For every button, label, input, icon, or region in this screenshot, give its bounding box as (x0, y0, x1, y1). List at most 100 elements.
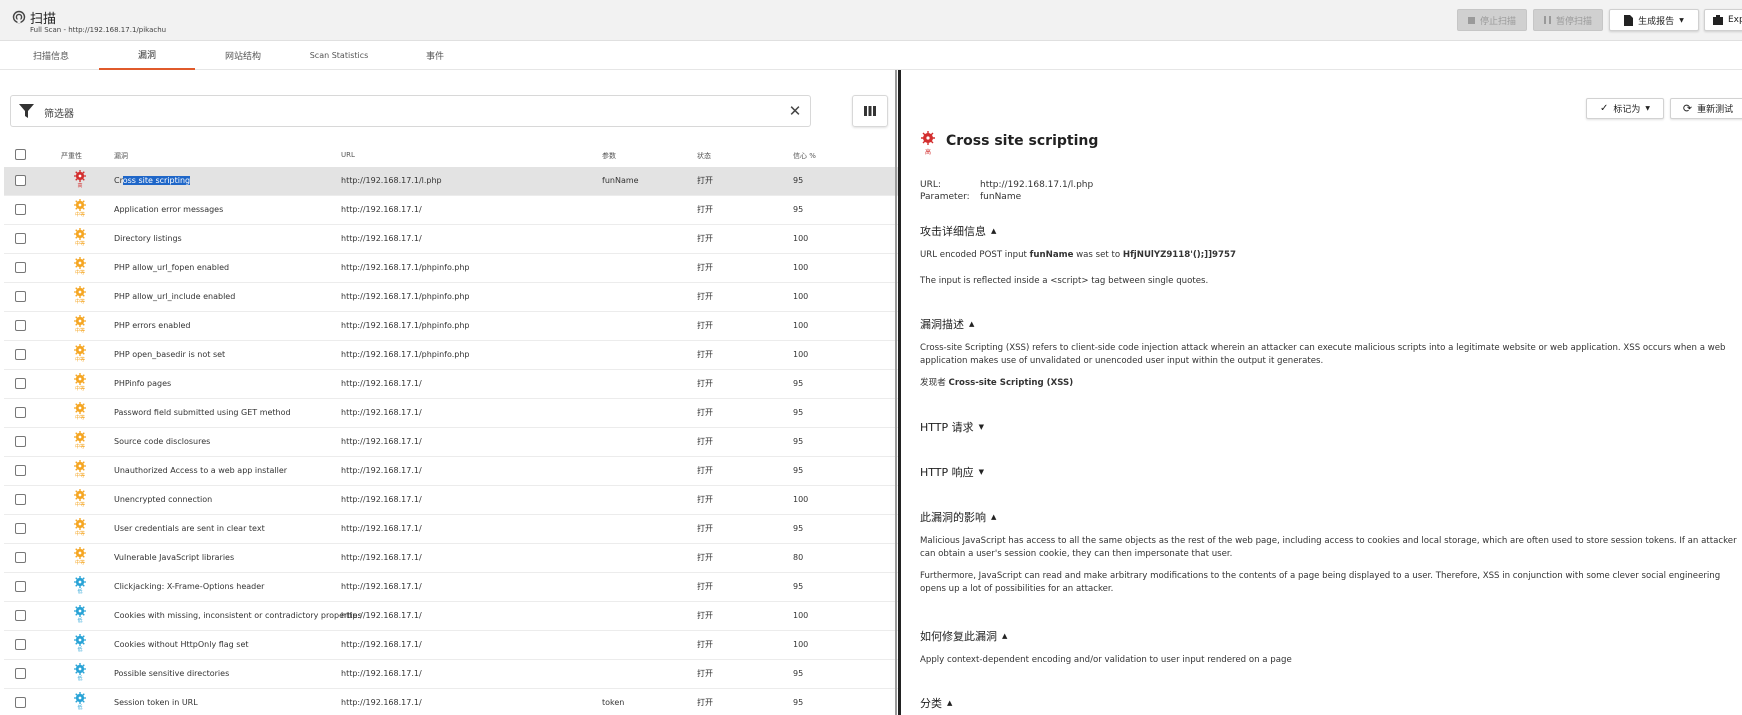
impact-header[interactable]: 此漏洞的影响 ▲ (920, 509, 996, 525)
vulnerability-name[interactable]: Cookies without HttpOnly flag set (114, 631, 249, 659)
vulnerability-name[interactable]: PHPinfo pages (114, 370, 171, 398)
vulnerability-name[interactable]: PHP open_basedir is not set (114, 341, 225, 369)
vulnerability-name[interactable]: Application error messages (114, 196, 223, 224)
table-row[interactable]: 低 Session token in URL http://192.168.17.1… (4, 689, 898, 715)
row-checkbox[interactable] (15, 494, 26, 505)
description-header[interactable]: 漏洞描述 ▲ (920, 316, 974, 332)
caret-down-icon: ▼ (1679, 16, 1684, 24)
row-checkbox[interactable] (15, 436, 26, 447)
table-row[interactable]: 低 Cookies without HttpOnly flag set http:/… (4, 631, 898, 660)
table-row[interactable]: 中等 Vulnerable JavaScript libraries http://… (4, 544, 898, 573)
col-severity[interactable]: 严重性 (61, 151, 82, 161)
table-row[interactable]: 中等 PHP open_basedir is not set http://192.… (4, 341, 898, 370)
table-row[interactable]: 低 Possible sensitive directories http://19… (4, 660, 898, 689)
pane-splitter[interactable] (898, 70, 901, 715)
table-row[interactable]: 中等 Password field submitted using GET met… (4, 399, 898, 428)
vulnerability-name[interactable]: Vulnerable JavaScript libraries (114, 544, 234, 572)
tab-site-structure[interactable]: 网站结构 (198, 41, 288, 70)
row-checkbox[interactable] (15, 233, 26, 244)
table-row[interactable]: 中等 PHP allow_url_fopen enabled http://192.… (4, 254, 898, 283)
vulnerability-name[interactable]: Unencrypted connection (114, 486, 212, 514)
row-status: 打开 (697, 437, 713, 446)
vulnerability-name[interactable]: PHP errors enabled (114, 312, 190, 340)
table-row[interactable]: 中等 Source code disclosures http://192.168.… (4, 428, 898, 457)
severity-medium-icon: 中等 (70, 431, 90, 453)
table-row[interactable]: 中等 Unencrypted connection http://192.168.1… (4, 486, 898, 515)
vulnerability-name[interactable]: Unauthorized Access to a web app install… (114, 457, 287, 485)
http-request-header[interactable]: HTTP 请求 ▼ (920, 419, 984, 435)
vulnerability-name[interactable]: Source code disclosures (114, 428, 210, 456)
col-status[interactable]: 状态 (697, 151, 711, 161)
select-all-checkbox[interactable] (15, 149, 26, 160)
row-checkbox[interactable] (15, 639, 26, 650)
severity-label: 中等 (74, 473, 85, 479)
table-row[interactable]: 中等 PHP errors enabled http://192.168.17.1/… (4, 312, 898, 341)
row-checkbox[interactable] (15, 204, 26, 215)
tab-scan-info[interactable]: 扫描信息 (6, 41, 96, 70)
col-vulnerability[interactable]: 漏洞 (114, 151, 128, 161)
row-status: 打开 (697, 263, 713, 272)
table-row[interactable]: 中等 Unauthorized Access to a web app insta… (4, 457, 898, 486)
col-url[interactable]: URL (341, 151, 355, 159)
row-url: http://192.168.17.1/phpinfo.php (341, 321, 470, 330)
vulnerability-name[interactable]: Cookies with missing, inconsistent or co… (114, 602, 362, 630)
row-checkbox[interactable] (15, 610, 26, 621)
row-checkbox[interactable] (15, 465, 26, 476)
severity-low-icon: 低 (70, 576, 90, 598)
classification-header[interactable]: 分类 ▲ (920, 695, 952, 711)
row-checkbox[interactable] (15, 668, 26, 679)
pause-scan-button[interactable]: 暂停扫描 (1533, 9, 1603, 31)
export-button[interactable]: Exp (1704, 9, 1742, 31)
vulnerability-name[interactable]: Directory listings (114, 225, 182, 253)
row-checkbox[interactable] (15, 291, 26, 302)
attack-details-header[interactable]: 攻击详细信息 ▲ (920, 223, 996, 239)
table-row[interactable]: 中等 Directory listings http://192.168.17.1/… (4, 225, 898, 254)
row-status: 打开 (697, 292, 713, 301)
tab-events[interactable]: 事件 (390, 41, 480, 70)
row-status: 打开 (697, 379, 713, 388)
row-checkbox[interactable] (15, 320, 26, 331)
remediation-header[interactable]: 如何修复此漏洞 ▲ (920, 628, 1007, 644)
row-checkbox[interactable] (15, 262, 26, 273)
row-checkbox[interactable] (15, 349, 26, 360)
table-row[interactable]: 中等 PHPinfo pages http://192.168.17.1/打开 95 (4, 370, 898, 399)
vulnerability-name[interactable]: Password field submitted using GET metho… (114, 399, 291, 427)
row-checkbox[interactable] (15, 552, 26, 563)
vulnerability-name[interactable]: Cross site scripting (114, 167, 191, 195)
row-checkbox[interactable] (15, 378, 26, 389)
vulnerability-name[interactable]: Possible sensitive directories (114, 660, 229, 688)
vulnerability-name[interactable]: PHP allow_url_fopen enabled (114, 254, 229, 282)
list-scrollbar[interactable] (895, 70, 897, 715)
vulnerability-name[interactable]: User credentials are sent in clear text (114, 515, 265, 543)
columns-button[interactable] (852, 95, 888, 127)
close-icon[interactable]: ✕ (788, 103, 802, 119)
table-row[interactable]: 低 Cookies with missing, inconsistent or c… (4, 602, 898, 631)
mark-as-button[interactable]: ✓ 标记为 ▼ (1586, 98, 1664, 119)
stop-scan-button[interactable]: 停止扫描 (1457, 9, 1527, 31)
http-response-header[interactable]: HTTP 响应 ▼ (920, 464, 984, 480)
col-confidence[interactable]: 信心 % (793, 151, 816, 161)
table-row[interactable]: 中等 PHP allow_url_include enabled http://19… (4, 283, 898, 312)
row-checkbox[interactable] (15, 581, 26, 592)
tab-scan-statistics[interactable]: Scan Statistics (294, 41, 384, 70)
col-parameter[interactable]: 参数 (602, 151, 616, 161)
severity-low-icon: 低 (70, 663, 90, 685)
row-checkbox[interactable] (15, 175, 26, 186)
row-checkbox[interactable] (15, 407, 26, 418)
vulnerability-name[interactable]: PHP allow_url_include enabled (114, 283, 235, 311)
row-url: http://192.168.17.1/phpinfo.php (341, 350, 470, 359)
table-row[interactable]: 高 Cross site scripting http://192.168.17.1… (4, 167, 898, 196)
severity-label: 中等 (74, 415, 85, 421)
tab-vulnerabilities[interactable]: 漏洞 (99, 41, 195, 70)
vulnerability-name[interactable]: Clickjacking: X-Frame-Options header (114, 573, 264, 601)
table-row[interactable]: 中等 User credentials are sent in clear tex… (4, 515, 898, 544)
row-status: 打开 (697, 350, 713, 359)
row-checkbox[interactable] (15, 523, 26, 534)
table-row[interactable]: 中等 Application error messages http://192.1… (4, 196, 898, 225)
row-checkbox[interactable] (15, 697, 26, 708)
table-row[interactable]: 低 Clickjacking: X-Frame-Options header htt… (4, 573, 898, 602)
generate-report-button[interactable]: 生成报告 ▼ (1609, 9, 1699, 31)
filter-bar[interactable]: 筛选器 ✕ (10, 95, 811, 127)
retest-button[interactable]: ⟳ 重新测试 (1670, 98, 1742, 119)
vulnerability-name[interactable]: Session token in URL (114, 689, 198, 715)
